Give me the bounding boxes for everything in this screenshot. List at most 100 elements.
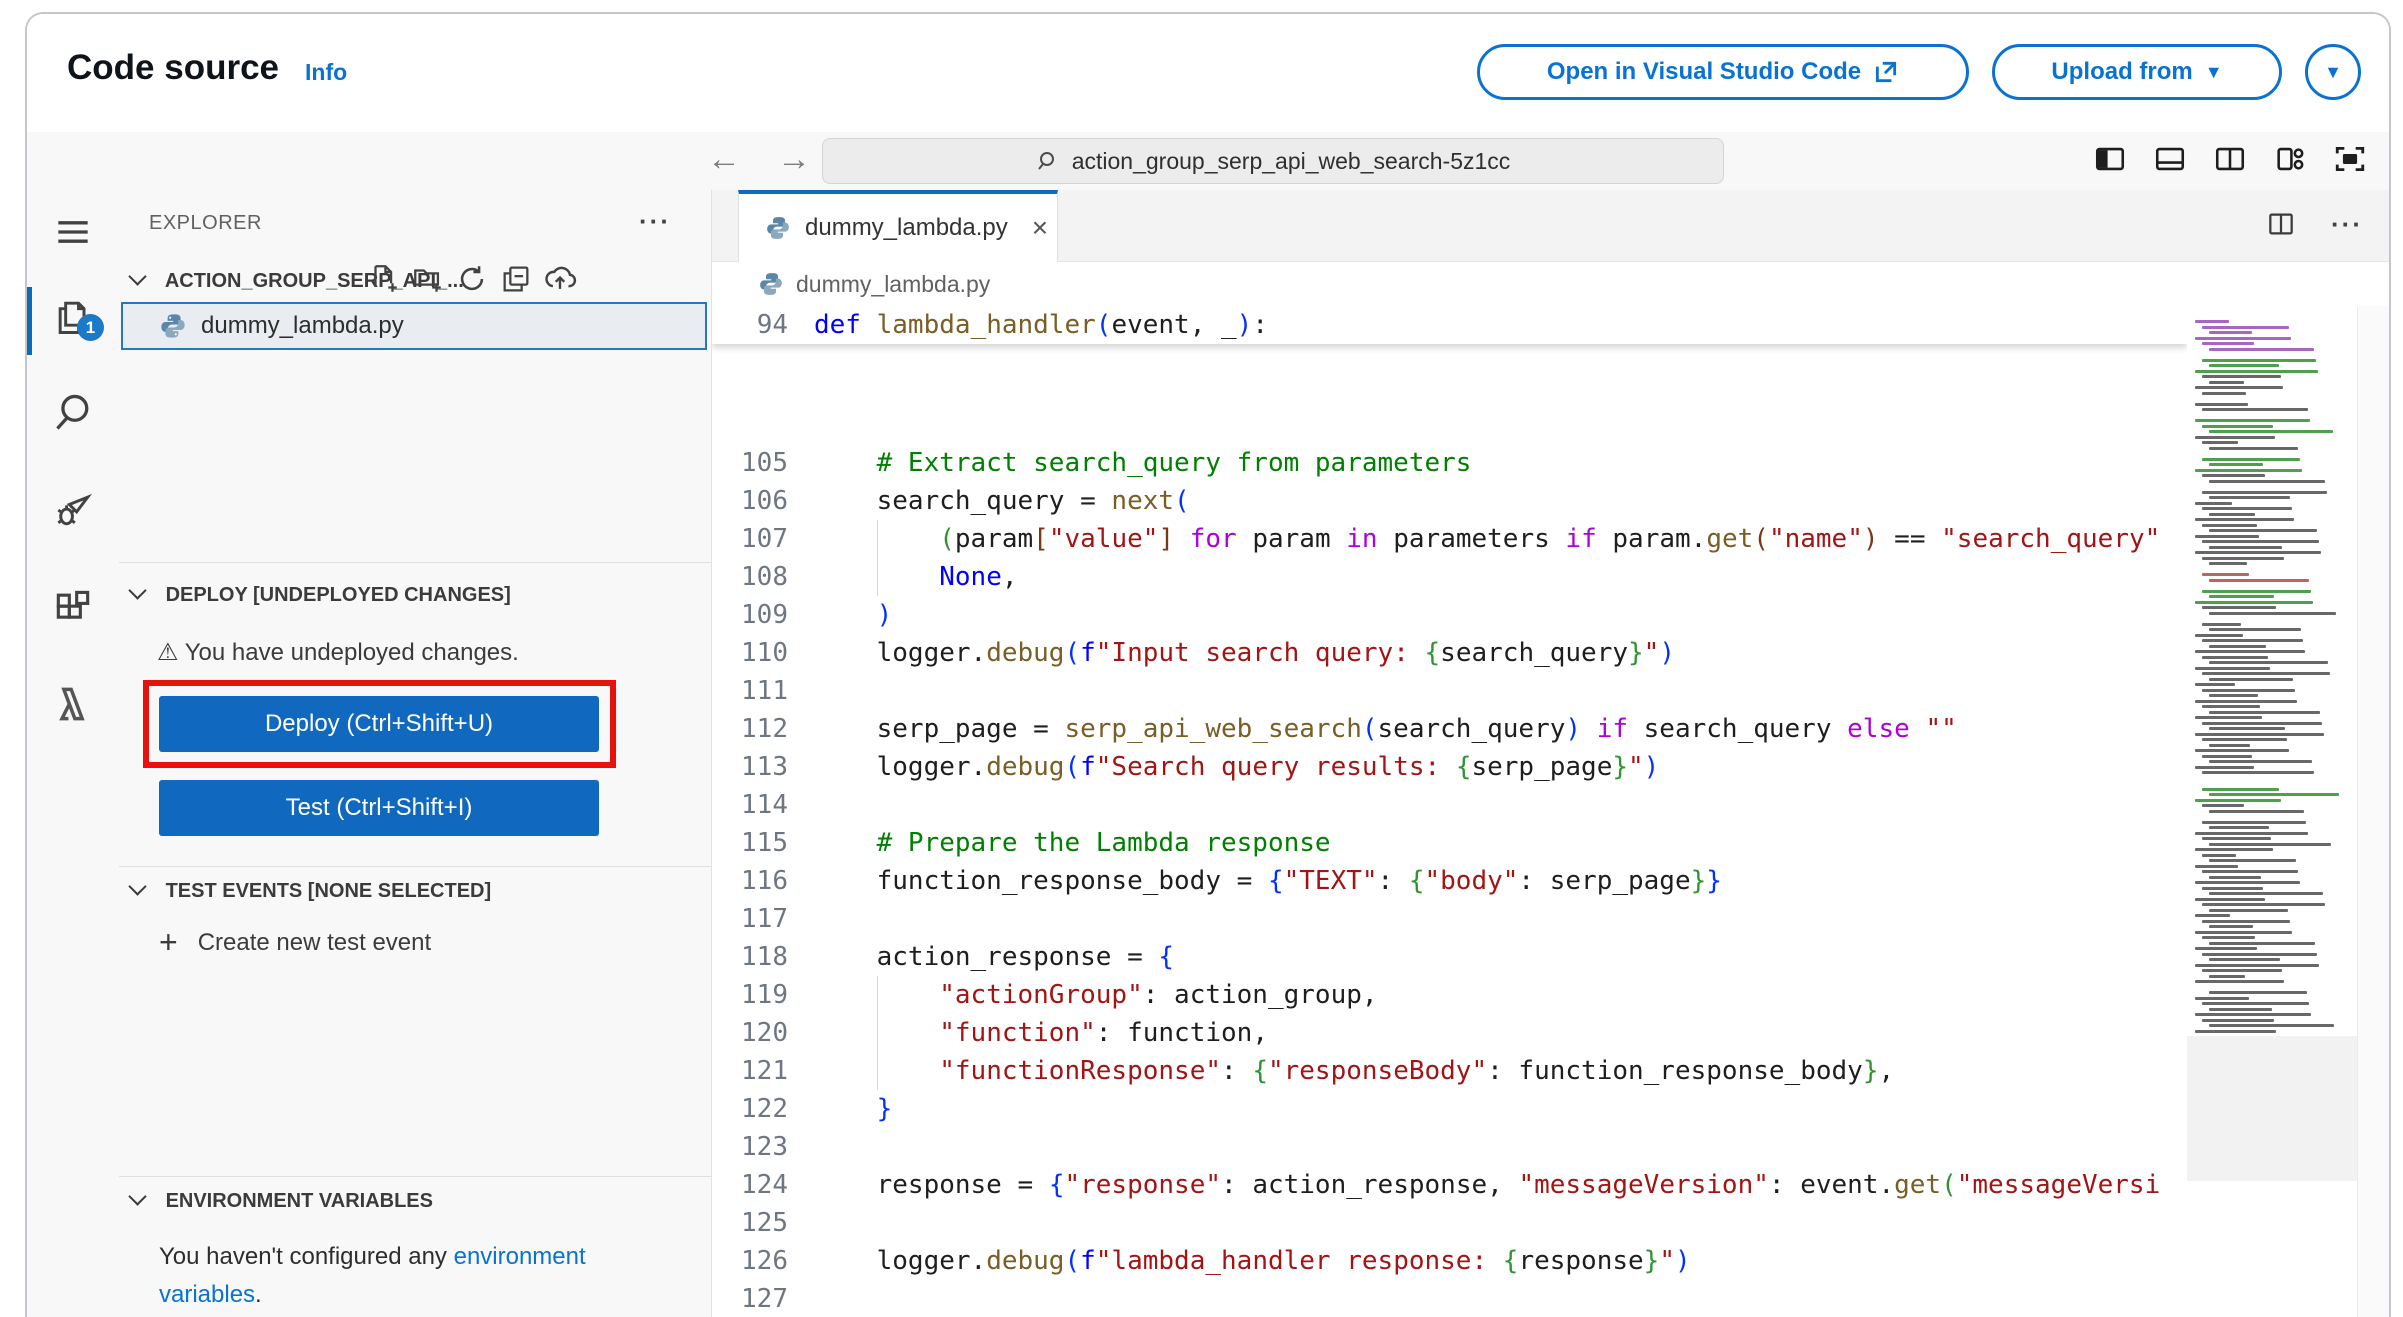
- new-folder-icon[interactable]: [411, 262, 445, 296]
- test-events-section-header[interactable]: TEST EVENTS [NONE SELECTED]: [128, 877, 491, 903]
- line-number[interactable]: 114: [712, 786, 788, 824]
- sticky-scroll-line[interactable]: 94 def lambda_handler(event, _):: [712, 306, 2187, 344]
- line-number[interactable]: 106: [712, 482, 788, 520]
- line-number[interactable]: 94: [712, 306, 788, 344]
- line-number[interactable]: 116: [712, 862, 788, 900]
- line-number[interactable]: 108: [712, 558, 788, 596]
- deploy-section-header[interactable]: DEPLOY [UNDEPLOYED CHANGES]: [128, 581, 511, 607]
- line-number[interactable]: 126: [712, 1242, 788, 1280]
- line-number[interactable]: 123: [712, 1128, 788, 1166]
- line-number[interactable]: 118: [712, 938, 788, 976]
- code-line-111[interactable]: 111: [712, 672, 2187, 710]
- code-line-126[interactable]: 126 logger.debug(f"lambda_handler respon…: [712, 1242, 2187, 1280]
- line-number[interactable]: 117: [712, 900, 788, 938]
- minimap-line: [2209, 331, 2252, 334]
- back-arrow-button[interactable]: ←: [707, 140, 741, 179]
- run-debug-icon[interactable]: [51, 488, 95, 532]
- line-number[interactable]: 124: [712, 1166, 788, 1204]
- search-view-icon[interactable]: [51, 390, 95, 434]
- customize-layout-icon[interactable]: [2273, 142, 2307, 176]
- refresh-icon[interactable]: [455, 262, 489, 296]
- env-vars-section-header[interactable]: ENVIRONMENT VARIABLES: [128, 1187, 433, 1213]
- code-line-115[interactable]: 115 # Prepare the Lambda response: [712, 824, 2187, 862]
- tab-close-icon[interactable]: ×: [1032, 212, 1048, 244]
- open-in-vscode-button[interactable]: Open in Visual Studio Code: [1477, 44, 1969, 100]
- code-line-124[interactable]: 124 response = {"response": action_respo…: [712, 1166, 2187, 1204]
- line-number[interactable]: 109: [712, 596, 788, 634]
- code-line-112[interactable]: 112 serp_page = serp_api_web_search(sear…: [712, 710, 2187, 748]
- line-number[interactable]: 115: [712, 824, 788, 862]
- deploy-button[interactable]: Deploy (Ctrl+Shift+U): [159, 696, 599, 752]
- code-line-117[interactable]: 117: [712, 900, 2187, 938]
- code-line-122[interactable]: 122 }: [712, 1090, 2187, 1128]
- line-source: logger.debug(f"Search query results: {se…: [814, 752, 1660, 782]
- minimap-line: [2195, 864, 2238, 868]
- new-file-icon[interactable]: [367, 262, 401, 296]
- extensions-icon[interactable]: [51, 586, 95, 630]
- tab-dummy-lambda[interactable]: dummy_lambda.py ×: [738, 190, 1058, 262]
- line-number[interactable]: 122: [712, 1090, 788, 1128]
- line-number[interactable]: 107: [712, 520, 788, 558]
- code-editor[interactable]: 94 def lambda_handler(event, _): 105 # Ex…: [712, 306, 2389, 1317]
- toggle-secondary-sidebar-icon[interactable]: [2213, 142, 2247, 176]
- code-line-119[interactable]: 119 "actionGroup": action_group,: [712, 976, 2187, 1014]
- code-line-118[interactable]: 118 action_response = {: [712, 938, 2187, 976]
- code-line-116[interactable]: 116 function_response_body = {"TEXT": {"…: [712, 862, 2187, 900]
- menu-icon[interactable]: [51, 210, 95, 254]
- minimap[interactable]: [2187, 306, 2357, 1317]
- split-editor-icon[interactable]: [2265, 208, 2297, 240]
- code-line-105[interactable]: 105 # Extract search_query from paramete…: [712, 444, 2187, 482]
- collapse-all-icon[interactable]: [499, 262, 533, 296]
- line-number[interactable]: 112: [712, 710, 788, 748]
- code-line-110[interactable]: 110 logger.debug(f"Input search query: {…: [712, 634, 2187, 672]
- vertical-scrollbar[interactable]: [2357, 306, 2389, 1317]
- fullscreen-icon[interactable]: [2333, 142, 2367, 176]
- code-line-121[interactable]: 121 "functionResponse": {"responseBody":…: [712, 1052, 2187, 1090]
- code-line-113[interactable]: 113 logger.debug(f"Search query results:…: [712, 748, 2187, 786]
- line-number[interactable]: 121: [712, 1052, 788, 1090]
- info-link[interactable]: Info: [305, 59, 347, 86]
- upload-from-button[interactable]: Upload from ▼: [1992, 44, 2282, 100]
- search-input[interactable]: action_group_serp_api_web_search-5z1cc: [822, 138, 1724, 184]
- tab-label: dummy_lambda.py: [805, 214, 1008, 241]
- code-lines[interactable]: 94 def lambda_handler(event, _): 105 # Ex…: [712, 306, 2187, 1317]
- toggle-sidebar-icon[interactable]: [2093, 142, 2127, 176]
- editor-more-actions-icon[interactable]: ···: [2331, 209, 2363, 240]
- code-line-127[interactable]: 127: [712, 1280, 2187, 1317]
- line-number[interactable]: 110: [712, 634, 788, 672]
- forward-arrow-button[interactable]: →: [777, 140, 811, 179]
- minimap-line: [2209, 430, 2333, 433]
- code-line-108[interactable]: 108 None,: [712, 558, 2187, 596]
- line-number[interactable]: 125: [712, 1204, 788, 1242]
- line-number[interactable]: 105: [712, 444, 788, 482]
- explorer-icon[interactable]: 1: [51, 294, 104, 341]
- line-number[interactable]: 113: [712, 748, 788, 786]
- upload-cloud-icon[interactable]: [543, 262, 577, 296]
- create-test-event-button[interactable]: + Create new test event: [159, 924, 431, 961]
- code-line-107[interactable]: 107 (param["value"] for param in paramet…: [712, 520, 2187, 558]
- test-button[interactable]: Test (Ctrl+Shift+I): [159, 780, 599, 836]
- more-actions-button[interactable]: ▼: [2305, 44, 2361, 100]
- minimap-line: [2195, 666, 2270, 670]
- aws-lambda-icon[interactable]: [51, 682, 95, 726]
- code-line-106[interactable]: 106 search_query = next(: [712, 482, 2187, 520]
- code-line-114[interactable]: 114: [712, 786, 2187, 824]
- minimap-slider[interactable]: [2187, 1036, 2357, 1181]
- minimap-line: [2202, 325, 2289, 329]
- line-number[interactable]: 127: [712, 1280, 788, 1317]
- breadcrumb[interactable]: dummy_lambda.py: [712, 262, 2389, 306]
- code-line-109[interactable]: 109 ): [712, 596, 2187, 634]
- minimap-line: [2195, 848, 2273, 851]
- code-line-120[interactable]: 120 "function": function,: [712, 1014, 2187, 1052]
- explorer-more-actions-icon[interactable]: ···: [639, 206, 671, 237]
- code-line-125[interactable]: 125: [712, 1204, 2187, 1242]
- python-file-icon: [159, 312, 187, 340]
- code-line-94[interactable]: 94 def lambda_handler(event, _):: [712, 306, 2187, 344]
- python-file-icon: [765, 215, 791, 241]
- toggle-panel-icon[interactable]: [2153, 142, 2187, 176]
- line-number[interactable]: 111: [712, 672, 788, 710]
- line-number[interactable]: 119: [712, 976, 788, 1014]
- code-line-123[interactable]: 123: [712, 1128, 2187, 1166]
- line-number[interactable]: 120: [712, 1014, 788, 1052]
- file-item-dummy-lambda[interactable]: dummy_lambda.py: [121, 302, 707, 350]
